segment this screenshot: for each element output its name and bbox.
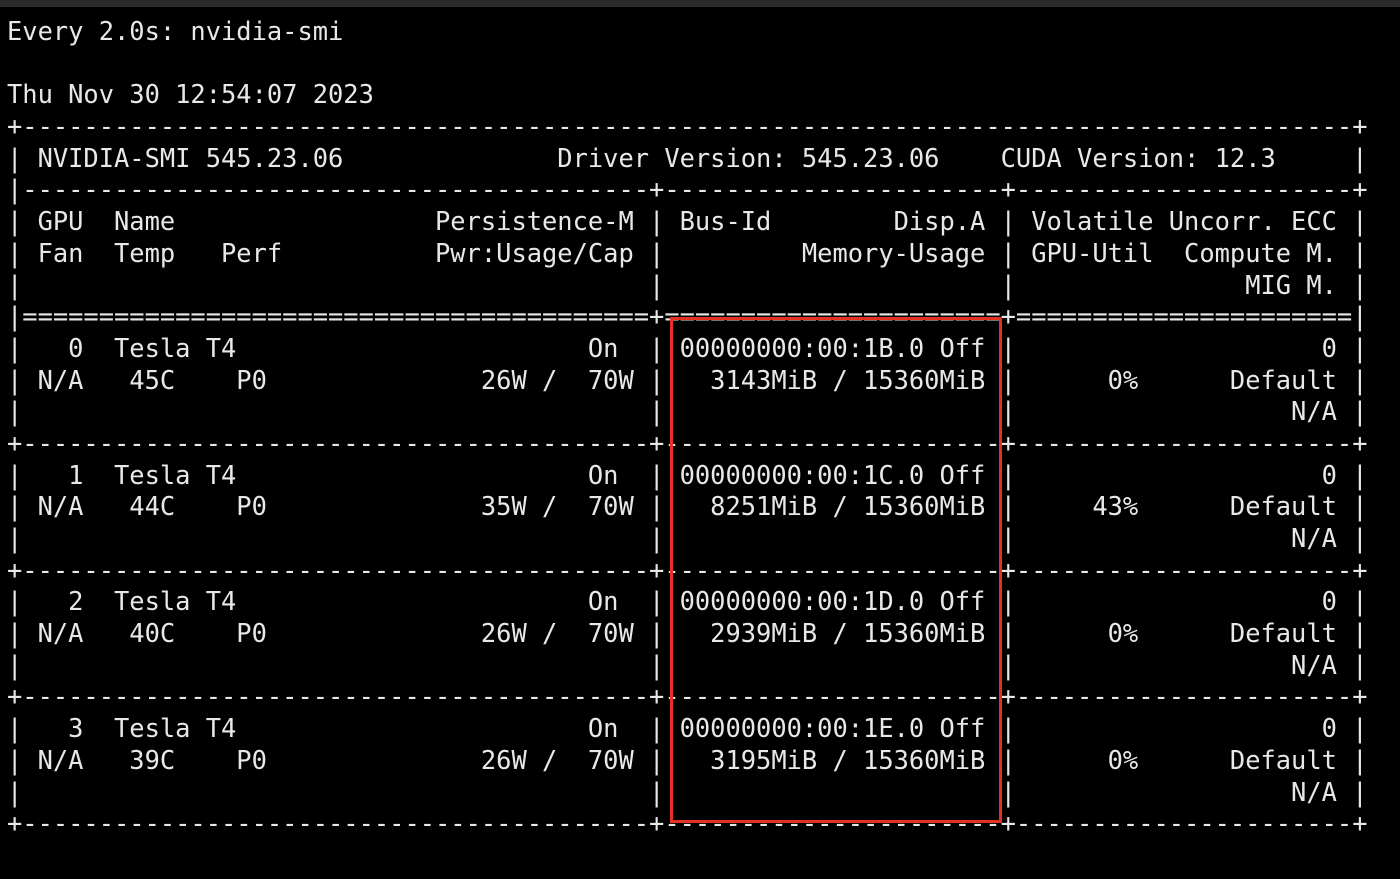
smi-version-line: | NVIDIA-SMI 545.23.06 Driver Version: 5…: [7, 142, 1368, 173]
gpu-separator: +---------------------------------------…: [7, 427, 1368, 458]
smi-double-separator: |=======================================…: [7, 301, 1368, 332]
gpu-2-row-2: | N/A 40C P0 26W / 70W | 2939MiB / 15360…: [7, 618, 1368, 649]
smi-column-header-1: | GPU Name Persistence-M | Bus-Id Disp.A…: [7, 206, 1368, 237]
gpu-1-row-2: | N/A 44C P0 35W / 70W | 8251MiB / 15360…: [7, 491, 1368, 522]
gpu-3-row-3: | | | N/A |: [7, 776, 1368, 807]
gpu-0-row-2: | N/A 45C P0 26W / 70W | 3143MiB / 15360…: [7, 364, 1368, 395]
gpu-2-row-3: | | | N/A |: [7, 649, 1368, 680]
gpu-1-row-1: | 1 Tesla T4 On | 00000000:00:1C.0 Off |…: [7, 459, 1368, 490]
gpu-3-row-1: | 3 Tesla T4 On | 00000000:00:1E.0 Off |…: [7, 713, 1368, 744]
window-title-strip: [0, 0, 1400, 7]
smi-border-bottom: +---------------------------------------…: [7, 808, 1368, 839]
terminal-output: Every 2.0s: nvidia-smi Thu Nov 30 12:54:0…: [7, 16, 1368, 840]
terminal-window[interactable]: Every 2.0s: nvidia-smi Thu Nov 30 12:54:0…: [0, 0, 1400, 879]
gpu-separator: +---------------------------------------…: [7, 681, 1368, 712]
gpu-3-row-2: | N/A 39C P0 26W / 70W | 3195MiB / 15360…: [7, 744, 1368, 775]
smi-border-top: +---------------------------------------…: [7, 111, 1368, 142]
gpu-0-row-3: | | | N/A |: [7, 396, 1368, 427]
smi-header-separator: |---------------------------------------…: [7, 174, 1368, 205]
smi-column-header-3: | | | MIG M. |: [7, 269, 1368, 300]
smi-column-header-2: | Fan Temp Perf Pwr:Usage/Cap | Memory-U…: [7, 237, 1368, 268]
gpu-1-row-3: | | | N/A |: [7, 523, 1368, 553]
watch-timestamp: Thu Nov 30 12:54:07 2023: [7, 79, 374, 110]
gpu-2-row-1: | 2 Tesla T4 On | 00000000:00:1D.0 Off |…: [7, 586, 1368, 617]
gpu-0-row-1: | 0 Tesla T4 On | 00000000:00:1B.0 Off |…: [7, 332, 1368, 363]
watch-header: Every 2.0s: nvidia-smi: [7, 16, 344, 46]
gpu-separator: +---------------------------------------…: [7, 554, 1368, 585]
